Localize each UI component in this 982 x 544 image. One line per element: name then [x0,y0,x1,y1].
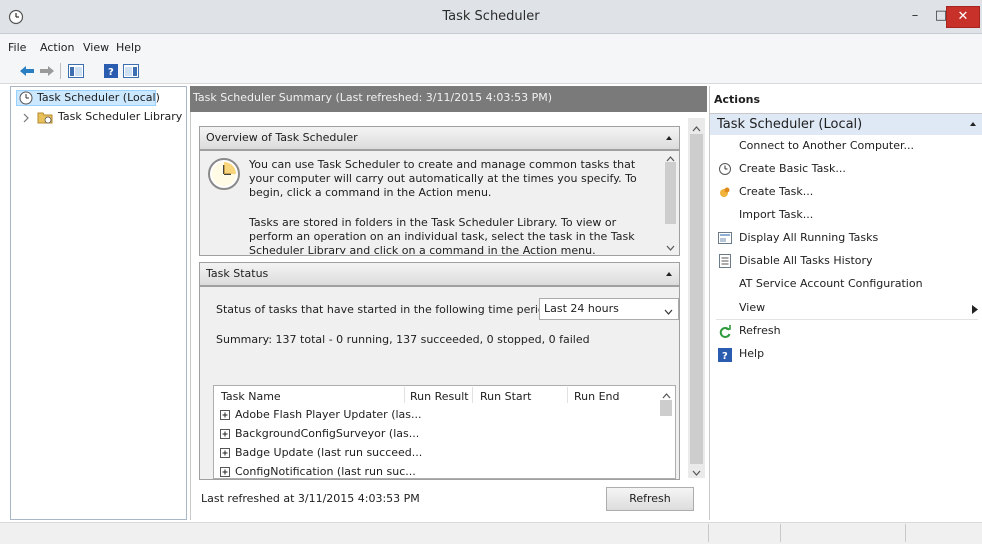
table-scroll-thumb[interactable] [660,400,672,416]
library-folder-icon [37,110,53,124]
column-run-result[interactable]: Run Result [410,390,469,403]
svg-text:?: ? [108,67,114,78]
column-divider [567,387,568,403]
expand-plus-icon[interactable] [220,429,230,439]
help-icon: ? [718,348,732,362]
menu-file[interactable]: File [8,40,26,56]
action-refresh[interactable]: Refresh [739,320,781,342]
tree-root-clock-icon [19,91,33,105]
column-divider [472,387,473,403]
summary-header: Task Scheduler Summary (Last refreshed: … [190,86,707,112]
history-icon [718,254,732,268]
summary-scroll-down-icon[interactable] [692,467,701,476]
svg-text:?: ? [722,351,728,362]
time-period-select[interactable]: Last 24 hours [539,298,679,320]
action-connect[interactable]: Connect to Another Computer... [739,135,914,157]
show-hide-console-tree-icon[interactable] [67,62,85,80]
collapse-actions-icon[interactable] [970,122,976,126]
expand-plus-icon[interactable] [220,467,230,477]
menu-view[interactable]: View [83,40,109,56]
table-row[interactable]: BackgroundConfigSurveyor (las... [235,427,419,440]
help-icon[interactable]: ? [102,62,120,80]
show-hide-action-pane-icon[interactable] [122,62,140,80]
column-task-name[interactable]: Task Name [221,390,281,403]
task-status-section-header[interactable]: Task Status [199,262,680,286]
task-summary-text: Summary: 137 total - 0 running, 137 succ… [216,333,590,346]
refresh-button[interactable]: Refresh [606,487,694,511]
table-scroll-up-icon[interactable] [662,389,671,399]
console-tree[interactable] [10,86,187,520]
collapse-task-status-icon[interactable] [666,272,672,276]
status-divider [708,524,709,542]
table-row[interactable]: Adobe Flash Player Updater (las... [235,408,422,421]
time-period-value: Last 24 hours [544,302,619,315]
column-divider [404,387,405,403]
action-disable-history[interactable]: Disable All Tasks History [739,250,873,272]
summary-scroll-thumb[interactable] [690,134,703,464]
time-period-label: Status of tasks that have started in the… [216,303,556,316]
overview-section-header[interactable]: Overview of Task Scheduler [199,126,680,150]
overview-scroll-up-icon[interactable] [666,152,675,162]
actions-header: Actions [714,93,760,106]
summary-scroll-up-icon[interactable] [692,122,701,132]
overview-clock-icon [207,157,241,191]
tree-item-task-scheduler-library[interactable]: Task Scheduler Library [58,110,182,124]
status-bar [0,522,982,544]
column-run-end[interactable]: Run End [574,390,620,403]
forward-arrow-icon[interactable] [38,62,56,80]
back-arrow-icon[interactable] [18,62,36,80]
collapse-overview-icon[interactable] [666,136,672,140]
column-run-start[interactable]: Run Start [480,390,531,403]
last-refreshed-text: Last refreshed at 3/11/2015 4:03:53 PM [201,492,420,505]
actions-group-title: Task Scheduler (Local) [717,117,863,132]
submenu-arrow-icon[interactable] [972,304,978,314]
close-button[interactable]: ✕ [946,6,980,28]
actions-group-header[interactable]: Task Scheduler (Local) [710,113,982,135]
task-status-title: Task Status [206,267,269,280]
toolbar [0,58,982,84]
toolbar-separator [60,63,61,79]
action-create-task[interactable]: Create Task... [739,181,813,203]
expand-plus-icon[interactable] [220,410,230,420]
time-period-chevron-icon[interactable] [664,306,673,315]
create-task-icon [718,185,732,199]
action-create-basic-task[interactable]: Create Basic Task... [739,158,846,180]
menu-help[interactable]: Help [116,40,141,56]
menu-action[interactable]: Action [40,40,74,56]
overview-scroll-thumb[interactable] [665,162,676,224]
overview-text-2: Tasks are stored in folders in the Task … [249,216,635,254]
status-divider [905,524,906,542]
minimize-button[interactable]: – [902,6,928,28]
refresh-icon [718,325,732,339]
overview-scroll-down-icon[interactable] [666,242,675,251]
overview-text-1: You can use Task Scheduler to create and… [249,158,637,199]
status-divider [780,524,781,542]
window-title: Task Scheduler [442,9,540,24]
menu-bar [0,34,982,58]
table-row[interactable]: Badge Update (last run succeed... [235,446,422,459]
expand-plus-icon[interactable] [220,448,230,458]
action-help[interactable]: Help [739,343,764,365]
action-import-task[interactable]: Import Task... [739,204,813,226]
action-view[interactable]: View [739,297,765,319]
expand-chevron-icon[interactable] [22,113,30,123]
basic-task-icon [718,162,732,176]
action-display-running[interactable]: Display All Running Tasks [739,227,878,249]
running-tasks-icon [718,231,732,245]
table-row[interactable]: ConfigNotification (last run suc... [235,465,416,478]
action-at-service[interactable]: AT Service Account Configuration [739,273,923,295]
overview-title: Overview of Task Scheduler [206,131,358,144]
tree-item-task-scheduler-local[interactable]: Task Scheduler (Local) [37,91,160,105]
